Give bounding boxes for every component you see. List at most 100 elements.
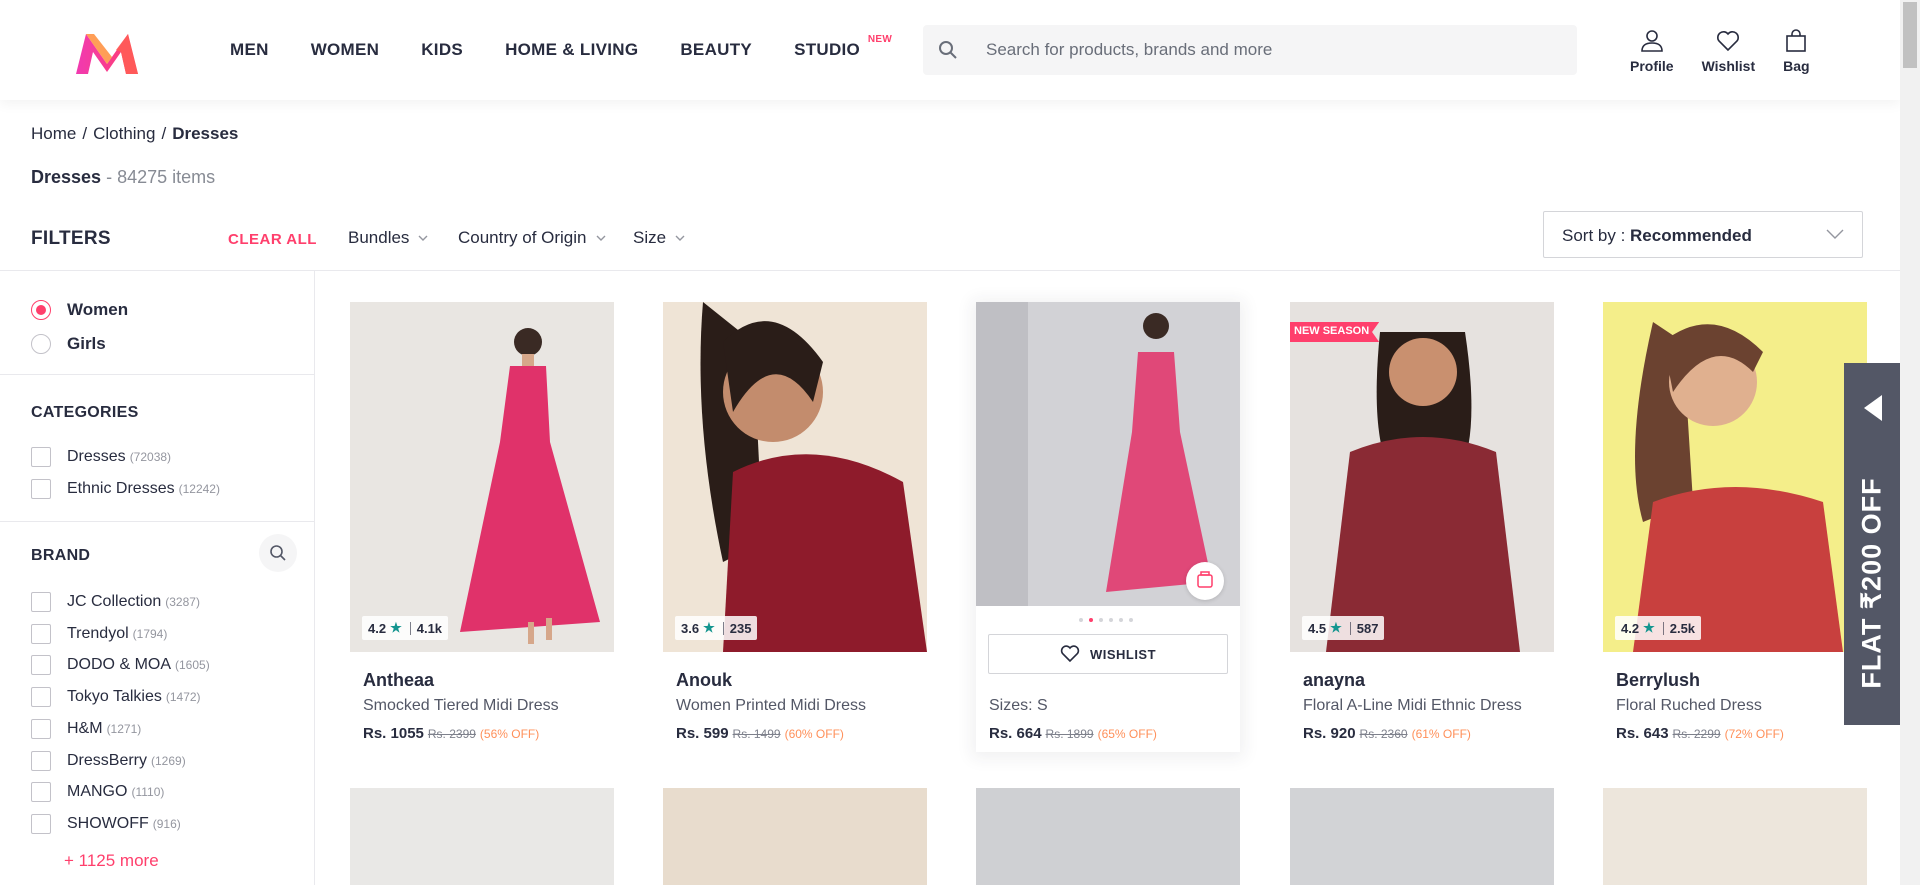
product-card[interactable]	[1603, 788, 1867, 885]
breadcrumb-clothing[interactable]: Clothing	[93, 124, 155, 143]
chevron-down-icon	[418, 235, 428, 241]
product-image[interactable]	[663, 788, 927, 885]
checkbox[interactable]	[31, 447, 51, 467]
view-similar-button[interactable]	[1186, 562, 1224, 600]
product-price: Rs. 1055 Rs. 2399 (56% OFF)	[363, 725, 539, 742]
image-carousel-dots[interactable]	[1079, 618, 1139, 622]
nav-beauty[interactable]: BEAUTY	[680, 40, 752, 60]
brand-checkbox[interactable]: H&M (1271)	[31, 719, 141, 739]
price-value: Rs. 643	[1616, 725, 1669, 742]
brand-checkbox[interactable]: SHOWOFF (916)	[31, 814, 181, 834]
star-icon: ★	[703, 620, 715, 635]
breadcrumb-home[interactable]: Home	[31, 124, 76, 143]
brand-checkbox[interactable]: MANGO (1110)	[31, 782, 164, 802]
product-image[interactable]	[1290, 788, 1554, 885]
clear-all-button[interactable]: CLEAR ALL	[228, 231, 317, 248]
carousel-dot[interactable]	[1099, 618, 1103, 622]
carousel-dot[interactable]	[1129, 618, 1133, 622]
carousel-dot[interactable]	[1109, 618, 1113, 622]
checkbox[interactable]	[31, 624, 51, 644]
scrollbar-thumb[interactable]	[1903, 2, 1917, 68]
review-count: 4.1k	[416, 620, 443, 636]
page-scrollbar[interactable]	[1900, 0, 1920, 885]
star-icon: ★	[390, 620, 402, 635]
filter-chip-bundles[interactable]: Bundles	[348, 228, 429, 248]
product-card[interactable]	[350, 788, 614, 885]
checkbox[interactable]	[31, 814, 51, 834]
brand-checkbox[interactable]: DressBerry (1269)	[31, 751, 186, 771]
checkbox[interactable]	[31, 592, 51, 612]
checkbox[interactable]	[31, 782, 51, 802]
brand-checkbox[interactable]: DODO & MOA (1605)	[31, 655, 210, 675]
brand-checkbox[interactable]: JC Collection (3287)	[31, 592, 200, 612]
filters-heading: FILTERS	[31, 228, 111, 249]
breadcrumb: Home / Clothing / Dresses	[31, 124, 242, 144]
nav-kids[interactable]: KIDS	[421, 40, 463, 60]
divider	[0, 374, 314, 375]
product-name: Women Printed Midi Dress	[676, 697, 866, 714]
checkbox-count: (3287)	[165, 595, 200, 609]
checkbox-label: DressBerry	[67, 752, 148, 769]
checkbox-label: Dresses	[67, 448, 126, 465]
checkbox[interactable]	[31, 479, 51, 499]
more-brands-link[interactable]: + 1125 more	[64, 851, 159, 871]
brand-search-button[interactable]	[259, 534, 297, 572]
product-image[interactable]	[976, 302, 1240, 606]
search-input[interactable]	[986, 26, 1546, 74]
sort-prefix: Sort by :	[1562, 226, 1631, 245]
product-image[interactable]	[976, 788, 1240, 885]
divider	[722, 621, 724, 635]
product-image[interactable]	[1603, 302, 1867, 652]
bag-button[interactable]: Bag	[1783, 28, 1810, 74]
wishlist-button[interactable]: Wishlist	[1702, 28, 1755, 74]
profile-button[interactable]: Profile	[1630, 28, 1674, 74]
brand-checkbox[interactable]: Tokyo Talkies (1472)	[31, 687, 201, 707]
product-image[interactable]	[663, 302, 927, 652]
bag-icon	[1786, 29, 1807, 52]
product-card[interactable]	[663, 788, 927, 885]
product-image[interactable]	[350, 788, 614, 885]
nav-home-living[interactable]: HOME & LIVING	[505, 40, 638, 60]
product-name: Smocked Tiered Midi Dress	[363, 697, 559, 714]
wishlist-button[interactable]: WISHLIST	[988, 634, 1228, 674]
carousel-dot-active[interactable]	[1089, 618, 1093, 622]
myntra-logo[interactable]	[74, 30, 140, 76]
categories-heading: CATEGORIES	[31, 404, 139, 421]
radio-label: Women	[67, 300, 129, 319]
product-image[interactable]	[1603, 788, 1867, 885]
nav-women[interactable]: WOMEN	[311, 40, 380, 60]
collapse-arrow-icon[interactable]	[1864, 395, 1882, 421]
nav-studio-label: STUDIO	[794, 40, 861, 59]
radio-button[interactable]	[31, 334, 51, 354]
category-checkbox-dresses[interactable]: Dresses (72038)	[31, 447, 171, 467]
category-checkbox-ethnic-dresses[interactable]: Ethnic Dresses (12242)	[31, 479, 220, 499]
carousel-dot[interactable]	[1119, 618, 1123, 622]
search-bar[interactable]	[923, 25, 1577, 75]
checkbox[interactable]	[31, 687, 51, 707]
checkbox[interactable]	[31, 751, 51, 771]
gender-radio-girls[interactable]: Girls	[31, 334, 106, 354]
nav-men[interactable]: MEN	[230, 40, 269, 60]
product-image[interactable]	[350, 302, 614, 652]
product-card[interactable]	[976, 788, 1240, 885]
checkbox[interactable]	[31, 719, 51, 739]
checkbox[interactable]	[31, 655, 51, 675]
search-icon	[270, 545, 286, 561]
brand-checkbox[interactable]: Trendyol (1794)	[31, 624, 167, 644]
product-brand: Anouk	[676, 670, 732, 690]
radio-button[interactable]	[31, 300, 51, 320]
sort-dropdown[interactable]: Sort by : Recommended	[1543, 211, 1863, 258]
product-card[interactable]	[1290, 788, 1554, 885]
gender-radio-women[interactable]: Women	[31, 300, 128, 320]
promo-side-tab[interactable]: FLAT ₹200 OFF	[1844, 363, 1900, 725]
product-card-hovered[interactable]: WISHLIST Sizes: S Rs. 664 Rs. 1899 (65% OF…	[976, 302, 1240, 752]
chip-label: Bundles	[348, 228, 410, 247]
nav-studio[interactable]: STUDIO NEW	[794, 34, 892, 60]
carousel-dot[interactable]	[1079, 618, 1083, 622]
price-mrp: Rs. 2399	[427, 727, 476, 741]
checkbox-count: (1110)	[131, 785, 165, 799]
filter-chip-country[interactable]: Country of Origin	[458, 228, 607, 248]
review-count: 587	[1356, 620, 1379, 636]
filter-chip-size[interactable]: Size	[633, 228, 686, 248]
product-image[interactable]: NEW SEASON	[1290, 302, 1554, 652]
